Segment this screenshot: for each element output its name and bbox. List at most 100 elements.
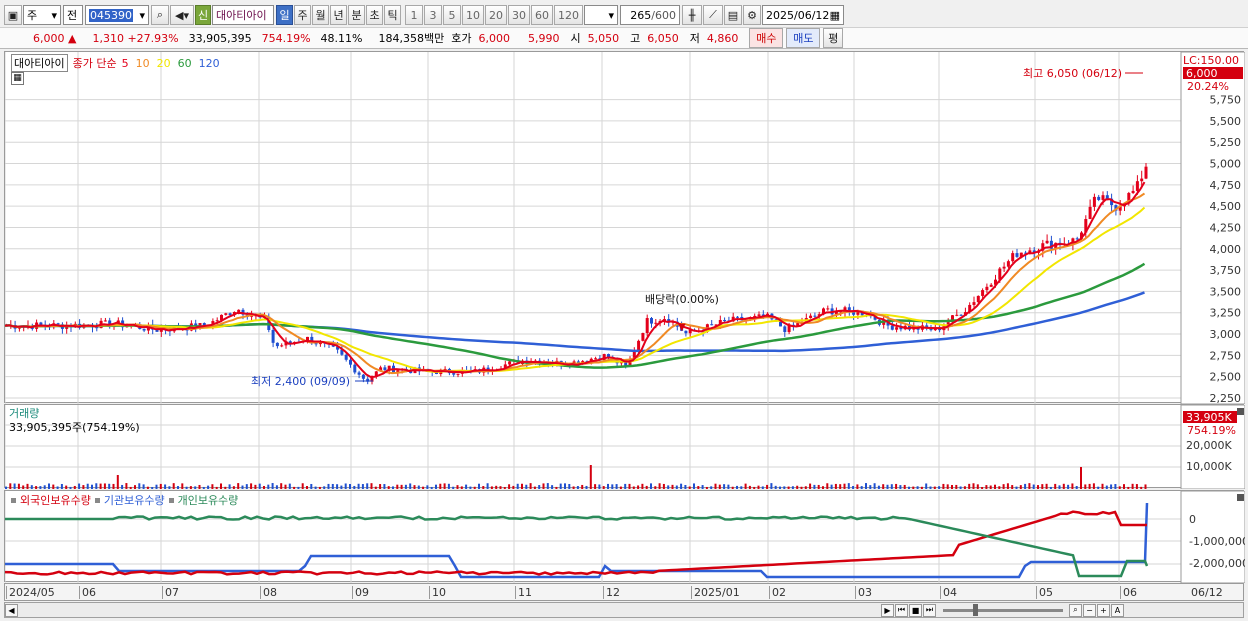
rewind-icon[interactable]: ⏮ [895, 603, 908, 617]
speaker-icon[interactable]: ◀▾ [170, 5, 194, 25]
volume-bar [576, 486, 579, 489]
volume-bar [460, 486, 463, 489]
candle-body [654, 322, 658, 324]
interval-dropdown[interactable]: ▾ [584, 5, 618, 25]
volume-pane[interactable]: 33,905K 754.19% 20,000K 10,000K 거래량 33,905,… [4, 404, 1245, 489]
sell-button[interactable]: 매도 [786, 28, 821, 48]
interval-tab-3[interactable]: 3 [424, 5, 442, 25]
search-icon[interactable]: ⌕ [151, 5, 169, 25]
period-tab-2[interactable]: 월 [312, 5, 329, 25]
interval-tab-10[interactable]: 10 [462, 5, 484, 25]
x-axis-label: 09 [352, 586, 369, 599]
minus-icon[interactable]: − [1083, 603, 1096, 617]
volume-bar [602, 486, 605, 489]
pct-tag: 20.24% [1187, 80, 1229, 93]
gear-icon[interactable]: ⚙ [743, 5, 761, 25]
market-type-select[interactable]: 주 ▾ [23, 5, 61, 25]
evaluate-button[interactable]: 평 [823, 28, 844, 48]
interval-tab-30[interactable]: 30 [508, 5, 530, 25]
y-tick-label: 5,000 [1210, 158, 1242, 171]
draw-line-icon[interactable]: ⟋ [703, 5, 723, 25]
toolbar: ▣ 주 ▾ 전 045390 ▾ ⌕ ◀▾ 신 대아티아이 일주월년분초틱 1351… [0, 3, 1248, 27]
volume-bar [860, 486, 863, 489]
font-size-icon[interactable]: A [1111, 603, 1124, 617]
plus-icon[interactable]: + [1097, 603, 1110, 617]
price-chart-pane[interactable]: 5,750 5,500 5,250 5,000 4,750 4,500 4,250 4,000… [4, 51, 1245, 404]
price-chart[interactable]: 5,750 5,500 5,250 5,000 4,750 4,500 4,250 4,000… [5, 52, 1245, 404]
candle-body [959, 314, 963, 316]
table-icon[interactable]: ▦ [11, 72, 24, 85]
candle-body [710, 324, 714, 326]
stop-icon[interactable]: ■ [909, 603, 922, 617]
volume-bar [1088, 483, 1091, 489]
volume-bar [198, 484, 201, 489]
fast-forward-icon[interactable]: ⏭ [923, 603, 936, 617]
high-price: 6,050 [647, 31, 679, 45]
x-axis-label: 02 [769, 586, 786, 599]
period-tab-1[interactable]: 주 [294, 5, 311, 25]
volume-bar [976, 484, 979, 489]
zoom-icon[interactable]: ⌕ [1069, 603, 1082, 617]
volume-bar [220, 483, 222, 489]
stock-name-field: 대아티아이 [212, 5, 274, 25]
volume-bar [478, 483, 480, 489]
volume-bar [39, 486, 42, 489]
interval-tab-5[interactable]: 5 [443, 5, 461, 25]
holdings-pane[interactable]: 0 -1,000,000 -2,000,000 외국인보유수량 기관보유수량 개인보유수… [4, 490, 1245, 583]
save-icon[interactable]: ▤ [724, 5, 742, 25]
bottom-scrollbar[interactable]: ◀ ▶ ⏮ ■ ⏭ ⌕ − + A [4, 602, 1244, 618]
zoom-slider-handle[interactable] [973, 603, 978, 616]
volume-bar [95, 483, 98, 489]
candle-settings-icon[interactable]: ╫ [682, 5, 702, 25]
volume-bar [607, 483, 609, 489]
period-tab-6[interactable]: 틱 [384, 5, 401, 25]
buy-button[interactable]: 매수 [749, 28, 784, 48]
scroll-left-icon[interactable]: ◀ [5, 603, 18, 617]
candle-body [1002, 266, 1006, 269]
volume-bar [392, 486, 394, 489]
interval-tab-120[interactable]: 120 [554, 5, 583, 25]
volume-bar [680, 483, 683, 489]
volume-bar [564, 483, 566, 489]
volume-bar [86, 483, 89, 489]
date-field[interactable]: 2025/06/12 ▦ [762, 5, 844, 25]
period-tab-3[interactable]: 년 [330, 5, 347, 25]
period-tab-5[interactable]: 초 [366, 5, 383, 25]
candle-body [1144, 166, 1148, 179]
volume-bar [611, 484, 614, 489]
period-tab-4[interactable]: 분 [348, 5, 365, 25]
window-icon[interactable]: ▣ [4, 5, 22, 25]
volume-bar [469, 486, 472, 489]
volume-bar [194, 486, 197, 489]
chevron-down-icon: ▾ [139, 8, 145, 22]
interval-tab-1[interactable]: 1 [405, 5, 423, 25]
prev-select[interactable]: 전 [63, 5, 83, 25]
volume-bar [748, 485, 751, 489]
holdings-legend-0: 외국인보유수량 [20, 494, 91, 507]
price-legend: 대아티아이 종가 단순 5 10 20 60 120 [11, 54, 220, 72]
stock-code-input[interactable]: 045390 ▾ [85, 5, 149, 25]
scroll-right-icon[interactable]: ▶ [881, 603, 894, 617]
candle-body [103, 320, 107, 322]
volume-bar [779, 486, 781, 489]
interval-tab-60[interactable]: 60 [531, 5, 553, 25]
period-tab-0[interactable]: 일 [276, 5, 293, 25]
volume-bar [228, 484, 231, 489]
volume-bar [134, 485, 136, 489]
ma-legend-120: 120 [198, 56, 220, 70]
volume-bar [981, 486, 984, 489]
volume-bar [989, 485, 992, 489]
scroll-track[interactable] [19, 603, 881, 617]
volume-chart[interactable]: 33,905K754.19% 20,000K 10,000K [5, 405, 1245, 489]
holdings-legend: 외국인보유수량 기관보유수량 개인보유수량 [11, 492, 238, 508]
volume-bar [159, 483, 162, 489]
y-tick-label: 2,500 [1210, 371, 1242, 384]
count-field[interactable]: 265/600 [620, 5, 680, 25]
interval-tab-20[interactable]: 20 [485, 5, 507, 25]
zoom-slider[interactable] [943, 603, 1063, 616]
x-axis-last-date: 06/12 [1191, 586, 1223, 599]
hoga-label: 호가 [451, 32, 472, 45]
volume-bar [1041, 484, 1044, 489]
holdings-legend-1: 기관보유수량 [103, 494, 165, 507]
candle-body [1140, 178, 1144, 182]
